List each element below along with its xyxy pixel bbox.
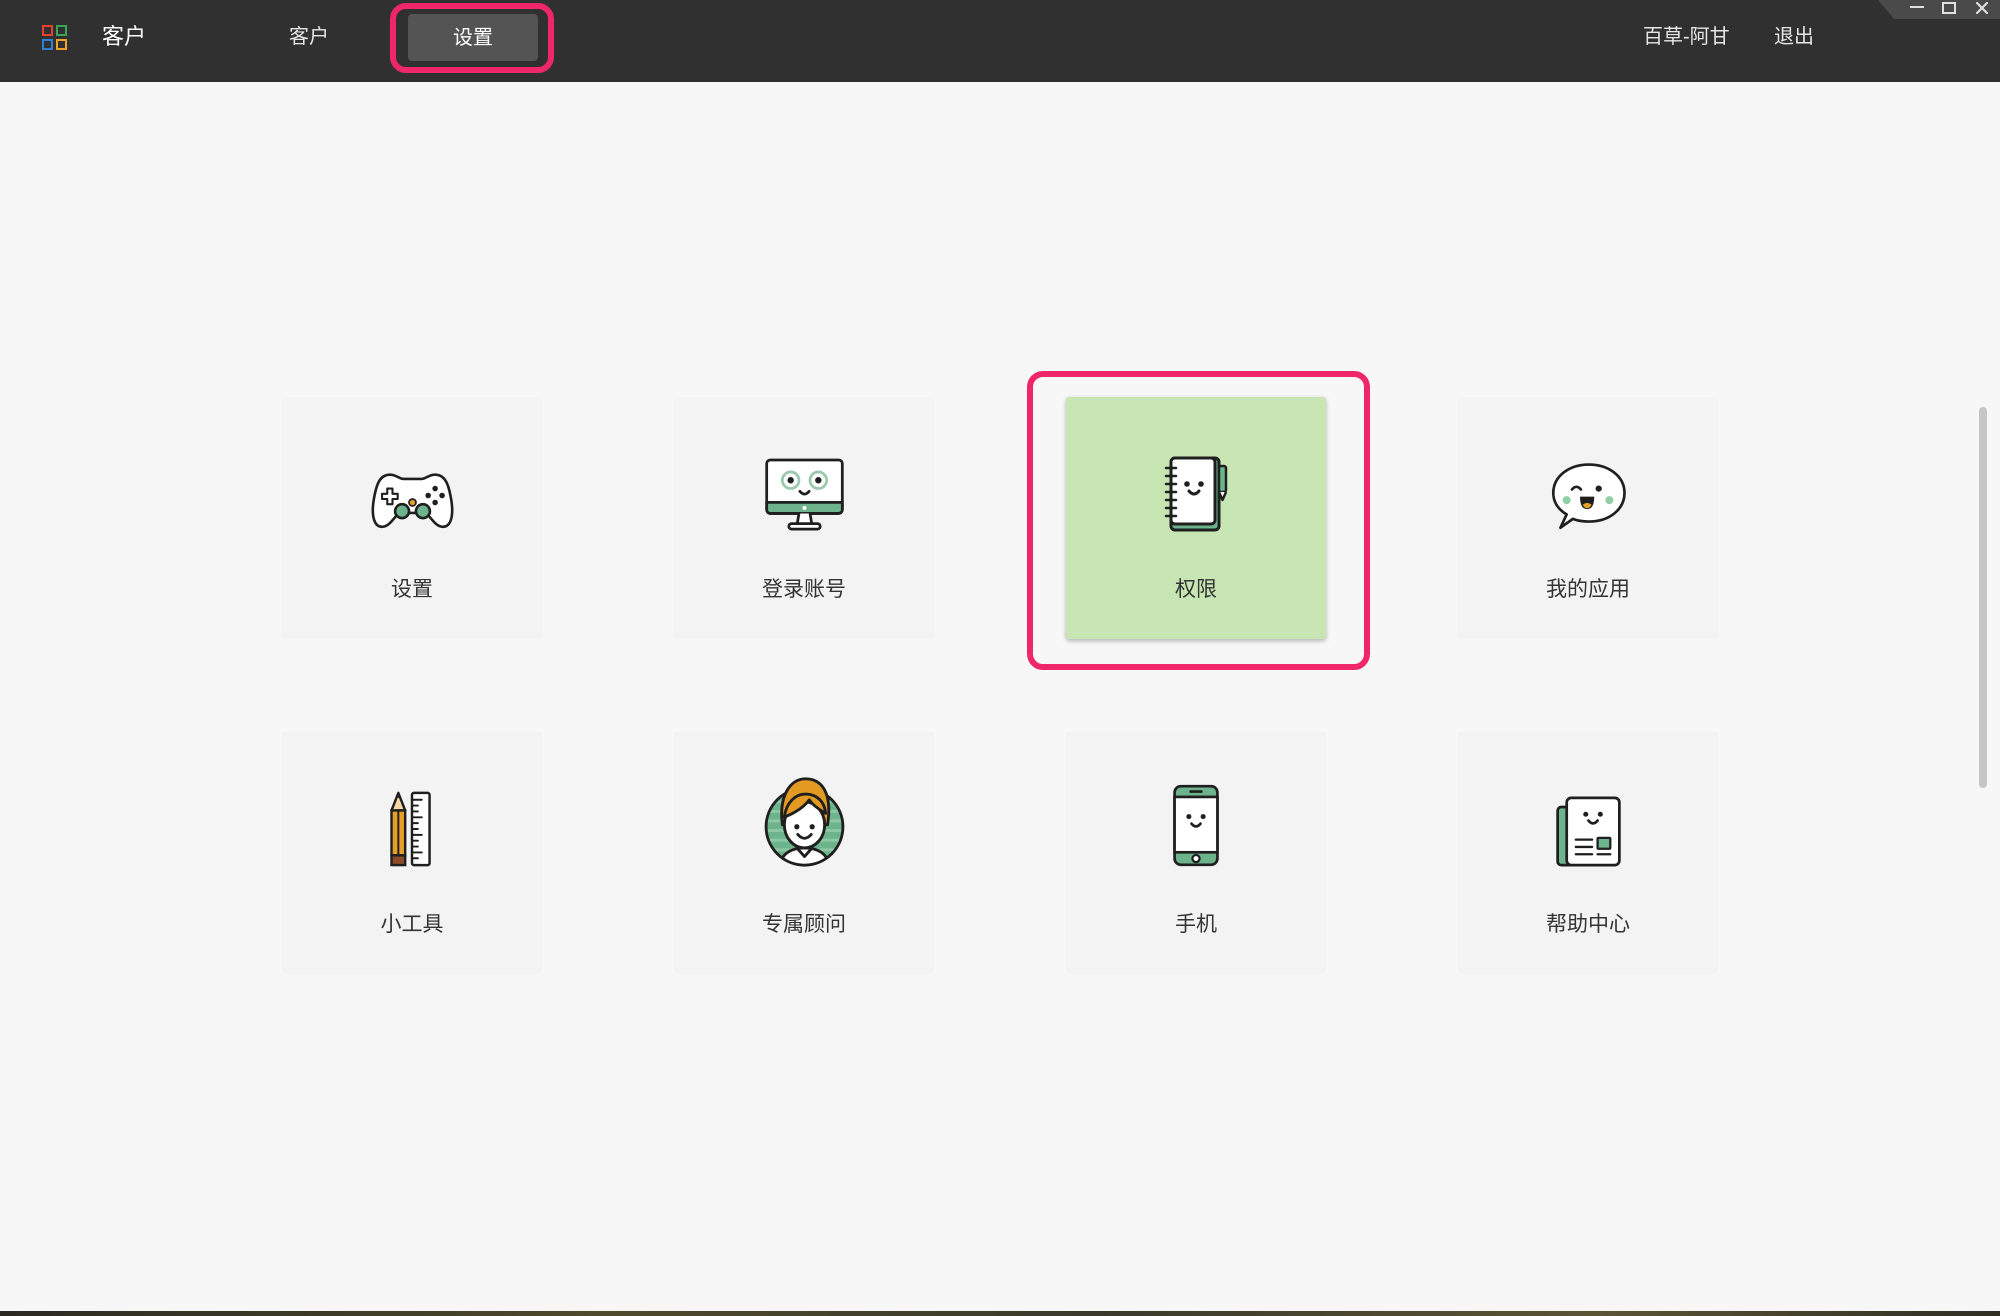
monitor-face-icon (764, 458, 844, 531)
close-icon[interactable] (1975, 1, 1989, 15)
logo-square (56, 39, 67, 50)
app-title: 客户 (102, 24, 147, 49)
app-window: 客户 客户 设置 百草-阿甘 退出 设置 登录账号 权限 我的应用 小工具 专属… (0, 0, 2000, 1316)
help-document-icon (1555, 796, 1621, 867)
tile-settings[interactable]: 设置 (282, 397, 542, 639)
tile-help-center[interactable]: 帮助中心 (1458, 732, 1718, 974)
tile-advisor[interactable]: 专属顾问 (674, 732, 934, 974)
gamepad-icon (371, 473, 453, 529)
advisor-person-icon (764, 777, 844, 867)
minimize-icon[interactable] (1910, 6, 1924, 8)
notebook-face-icon (1164, 456, 1228, 532)
tile-label: 登录账号 (762, 578, 846, 601)
maximize-icon[interactable] (1942, 2, 1956, 14)
tile-my-apps[interactable]: 我的应用 (1458, 397, 1718, 639)
tile-login-account[interactable]: 登录账号 (674, 397, 934, 639)
logo-square (42, 25, 53, 36)
tile-label: 手机 (1175, 913, 1217, 936)
tile-label: 帮助中心 (1546, 913, 1630, 936)
phone-face-icon (1173, 784, 1219, 867)
tile-label: 权限 (1175, 578, 1217, 601)
tile-label: 小工具 (380, 913, 444, 936)
tile-tools[interactable]: 小工具 (282, 732, 542, 974)
pencil-ruler-icon (390, 791, 431, 867)
nav-settings-label: 设置 (453, 26, 493, 49)
logo-square (42, 39, 53, 50)
tile-label: 我的应用 (1546, 578, 1630, 601)
vertical-scrollbar[interactable] (1979, 407, 1987, 788)
logo-square (56, 25, 67, 36)
app-grid-icon[interactable] (42, 25, 68, 51)
tile-permissions[interactable]: 权限 (1066, 397, 1326, 639)
tile-label: 设置 (391, 578, 433, 601)
nav-settings[interactable]: 设置 (408, 14, 538, 61)
top-bar: 客户 客户 设置 百草-阿甘 退出 (0, 0, 2000, 82)
user-name[interactable]: 百草-阿甘 (1643, 23, 1730, 51)
logout-button[interactable]: 退出 (1774, 23, 1814, 51)
nav-customer[interactable]: 客户 (289, 23, 329, 51)
desktop-background-strip (0, 1311, 2000, 1316)
chat-bubble-face-icon (1551, 463, 1626, 530)
tile-label: 专属顾问 (762, 913, 846, 936)
tile-phone[interactable]: 手机 (1066, 732, 1326, 974)
